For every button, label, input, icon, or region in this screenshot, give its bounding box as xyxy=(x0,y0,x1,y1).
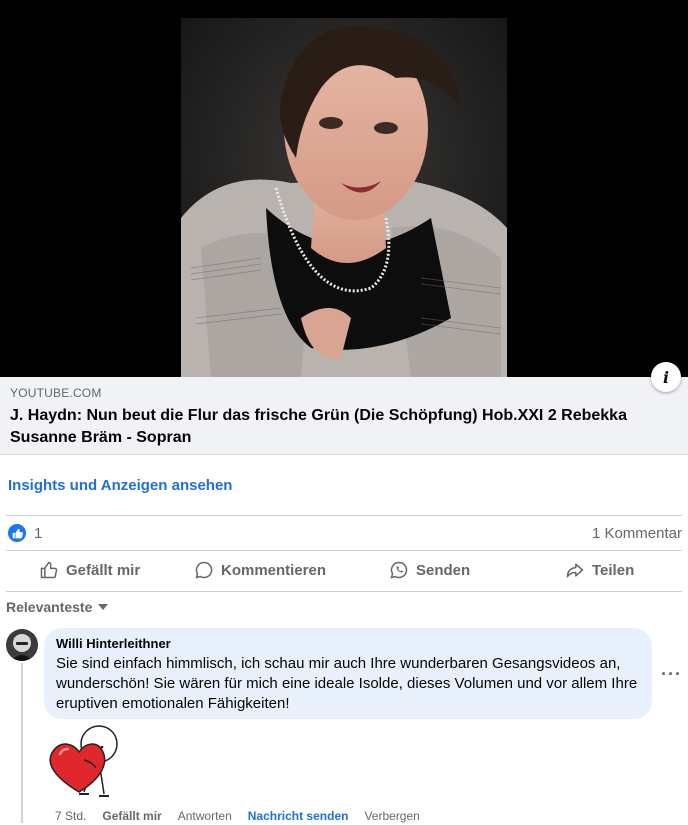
info-button[interactable]: i xyxy=(651,362,681,392)
share-label: Teilen xyxy=(592,561,635,579)
share-button[interactable]: Teilen xyxy=(565,560,634,580)
divider xyxy=(6,591,682,592)
chevron-down-icon xyxy=(98,604,109,610)
thumbs-up-icon xyxy=(40,561,58,579)
insights-link[interactable]: Insights und Anzeigen ansehen xyxy=(8,477,232,494)
hide-comment-button[interactable]: Verbergen xyxy=(364,809,419,823)
comment-count[interactable]: 1 Kommentar xyxy=(592,525,682,542)
video-thumbnail[interactable] xyxy=(181,18,507,377)
reaction-count: 1 xyxy=(34,524,43,542)
send-label: Senden xyxy=(416,561,471,579)
divider xyxy=(6,515,682,516)
link-domain: YOUTUBE.COM xyxy=(10,386,102,400)
heart-sticker[interactable] xyxy=(44,722,124,802)
sort-label: Relevanteste xyxy=(6,599,93,615)
whatsapp-icon xyxy=(390,561,408,579)
comment-text: Sie sind einfach himmlisch, ich schau mi… xyxy=(56,655,638,712)
info-icon: i xyxy=(662,367,670,387)
avatar[interactable] xyxy=(6,629,38,661)
send-message-button[interactable]: Nachricht senden xyxy=(248,809,349,823)
action-bar: Gefällt mir Kommentieren Senden Teilen xyxy=(6,556,682,588)
comment-like-button[interactable]: Gefällt mir xyxy=(102,809,161,823)
share-icon xyxy=(566,563,584,578)
comment-icon xyxy=(195,561,213,579)
comment-reply-button[interactable]: Antworten xyxy=(178,809,232,823)
like-label: Gefällt mir xyxy=(66,561,141,579)
comment-sort-dropdown[interactable]: Relevanteste xyxy=(6,599,109,615)
comment-label: Kommentieren xyxy=(221,561,327,579)
like-icon xyxy=(8,524,26,542)
comment-meta: 7 Std. Gefällt mir Antworten Nachricht s… xyxy=(55,809,436,823)
comment-timestamp[interactable]: 7 Std. xyxy=(55,809,86,823)
reaction-summary[interactable]: 1 xyxy=(8,524,42,542)
send-button[interactable]: Senden xyxy=(389,560,470,580)
video-player[interactable] xyxy=(0,0,688,377)
link-title[interactable]: J. Haydn: Nun beut die Flur das frische … xyxy=(10,405,650,449)
comment-bubble: Willi Hinterleithner Sie sind einfach hi… xyxy=(44,628,652,719)
thread-line xyxy=(21,663,23,823)
link-preview[interactable]: YOUTUBE.COM J. Haydn: Nun beut die Flur … xyxy=(0,377,688,455)
divider xyxy=(6,550,682,551)
like-button[interactable]: Gefällt mir xyxy=(39,560,140,580)
comment-author[interactable]: Willi Hinterleithner xyxy=(56,636,640,652)
comment-button[interactable]: Kommentieren xyxy=(194,560,326,580)
more-options-icon[interactable]: ··· xyxy=(661,664,682,685)
